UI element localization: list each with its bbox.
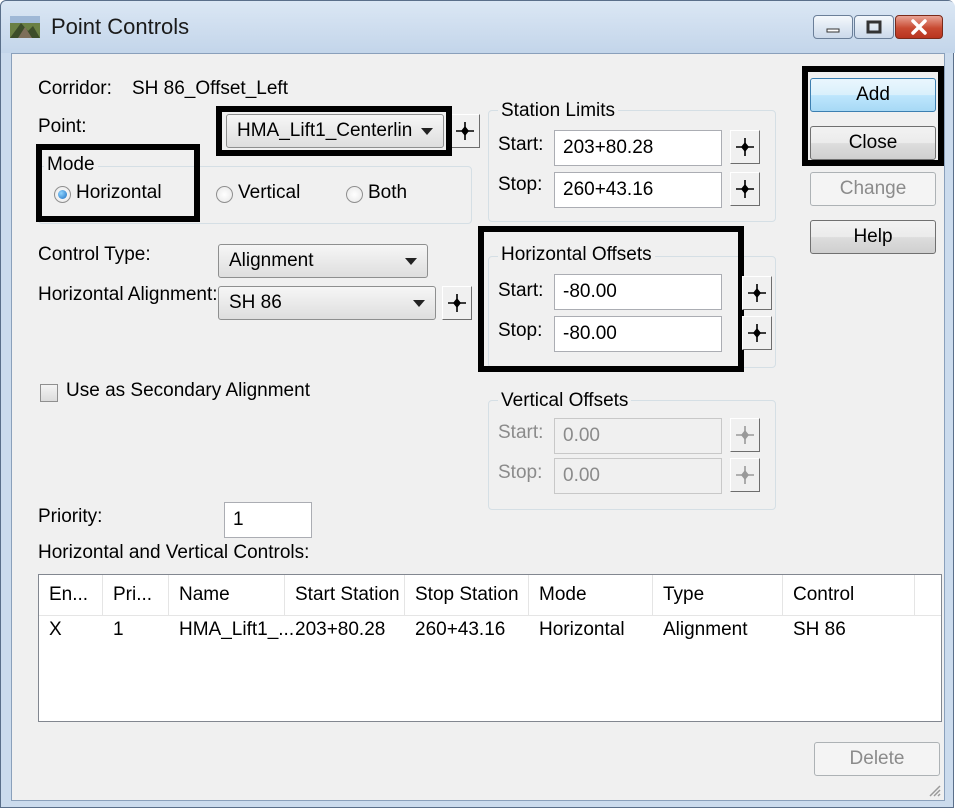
control-type-value: Alignment [229, 250, 314, 271]
hoffset-stop-input[interactable]: -80.00 [554, 316, 722, 352]
hoffset-start-label: Start: [498, 280, 544, 301]
voffset-start-label: Start: [498, 422, 544, 443]
station-start-input[interactable]: 203+80.28 [554, 130, 722, 166]
cell-start-station: 203+80.28 [295, 619, 386, 640]
cell-type: Alignment [663, 619, 748, 640]
secondary-alignment-label[interactable]: Use as Secondary Alignment [66, 380, 310, 402]
voffset-stop-pick-button[interactable] [730, 458, 760, 492]
maximize-icon [866, 20, 882, 34]
horizontal-alignment-label: Horizontal Alignment: [38, 284, 218, 305]
control-type-label: Control Type: [38, 244, 151, 265]
help-button[interactable]: Help [810, 220, 936, 254]
crosshair-icon [456, 122, 474, 140]
voffset-stop-label: Stop: [498, 462, 543, 483]
crosshair-icon [748, 324, 766, 342]
cell-priority: 1 [113, 619, 124, 640]
change-button[interactable]: Change [810, 172, 936, 206]
maximize-button[interactable] [854, 15, 894, 39]
mode-vertical-label[interactable]: Vertical [238, 182, 300, 204]
crosshair-icon [736, 138, 754, 156]
cell-enabled: X [49, 619, 62, 640]
app-icon [10, 16, 40, 38]
close-window-button[interactable] [895, 15, 943, 39]
hoffset-stop-label: Stop: [498, 320, 543, 341]
resize-grip-icon[interactable] [926, 782, 942, 798]
hoffset-start-input[interactable]: -80.00 [554, 274, 722, 310]
title-bar[interactable]: Point Controls [1, 1, 955, 53]
priority-input[interactable]: 1 [224, 502, 312, 538]
horizontal-alignment-value: SH 86 [229, 292, 282, 313]
hoffset-start-pick-button[interactable] [742, 276, 772, 310]
minimize-button[interactable] [813, 15, 853, 39]
mode-both-label[interactable]: Both [368, 182, 407, 204]
horizontal-alignment-pick-button[interactable] [442, 286, 472, 320]
horizontal-offsets-title: Horizontal Offsets [498, 244, 655, 266]
window-title: Point Controls [51, 14, 190, 39]
chevron-down-icon [405, 258, 417, 265]
point-pick-button[interactable] [450, 114, 480, 148]
point-label: Point: [38, 116, 87, 137]
col-enabled[interactable]: En... [39, 575, 103, 615]
cell-mode: Horizontal [539, 619, 625, 640]
station-stop-pick-button[interactable] [730, 172, 760, 206]
mode-vertical-radio[interactable] [216, 186, 233, 203]
point-callout-box [216, 106, 452, 156]
priority-label: Priority: [38, 506, 103, 527]
controls-list-label: Horizontal and Vertical Controls: [38, 542, 310, 563]
crosshair-icon [736, 466, 754, 484]
cell-control: SH 86 [793, 619, 846, 640]
col-control[interactable]: Control [783, 575, 915, 615]
col-name[interactable]: Name [169, 575, 285, 615]
point-controls-window: Point Controls Corridor: SH 86_Offset_Le… [0, 0, 955, 808]
mode-callout-box [36, 144, 200, 222]
corridor-label: Corridor: [38, 78, 112, 99]
crosshair-icon [736, 426, 754, 444]
close-icon [911, 19, 927, 35]
horizontal-alignment-combo[interactable]: SH 86 [218, 286, 436, 320]
voffset-start-pick-button[interactable] [730, 418, 760, 452]
station-stop-input[interactable]: 260+43.16 [554, 172, 722, 208]
col-priority[interactable]: Pri... [103, 575, 169, 615]
add-close-callout-box [802, 66, 944, 166]
col-type[interactable]: Type [653, 575, 783, 615]
control-type-combo[interactable]: Alignment [218, 244, 428, 278]
col-stop-station[interactable]: Stop Station [405, 575, 529, 615]
cell-name: HMA_Lift1_... [179, 619, 295, 640]
secondary-alignment-checkbox[interactable] [40, 384, 58, 402]
vertical-offsets-title: Vertical Offsets [498, 390, 632, 412]
corridor-value: SH 86_Offset_Left [132, 78, 288, 99]
mode-both-radio[interactable] [346, 186, 363, 203]
controls-listview[interactable]: En... Pri... Name Start Station Stop Sta… [38, 574, 942, 722]
col-start-station[interactable]: Start Station [285, 575, 405, 615]
crosshair-icon [748, 284, 766, 302]
listview-header: En... Pri... Name Start Station Stop Sta… [39, 575, 941, 616]
chevron-down-icon [413, 300, 425, 307]
station-start-label: Start: [498, 134, 544, 155]
crosshair-icon [448, 294, 466, 312]
station-limits-title: Station Limits [498, 100, 619, 122]
dialog-client-area: Corridor: SH 86_Offset_Left Point: HMA_L… [11, 53, 945, 801]
station-stop-label: Stop: [498, 174, 543, 195]
voffset-stop-input[interactable]: 0.00 [554, 458, 722, 494]
col-mode[interactable]: Mode [529, 575, 653, 615]
crosshair-icon [736, 180, 754, 198]
hoffset-stop-pick-button[interactable] [742, 316, 772, 350]
cell-stop-station: 260+43.16 [415, 619, 506, 640]
station-start-pick-button[interactable] [730, 130, 760, 164]
minimize-icon [826, 28, 840, 33]
voffset-start-input[interactable]: 0.00 [554, 418, 722, 454]
delete-button[interactable]: Delete [814, 742, 940, 776]
